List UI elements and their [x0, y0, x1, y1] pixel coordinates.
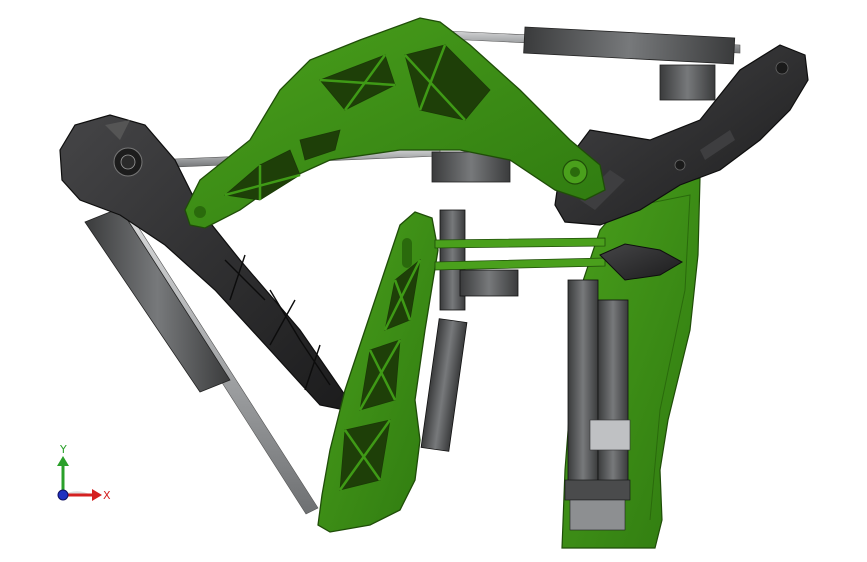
- y-axis-label: Y: [59, 443, 67, 456]
- coordinate-triad: Y X: [57, 443, 111, 502]
- right-column-frame[interactable]: [561, 177, 701, 549]
- lower-green-frame[interactable]: [317, 211, 439, 533]
- z-axis-dot-icon: [57, 489, 69, 501]
- assembly-model-view[interactable]: Y X: [0, 0, 867, 562]
- x-axis-label: X: [103, 489, 111, 502]
- cad-3d-viewport[interactable]: Y X: [0, 0, 867, 562]
